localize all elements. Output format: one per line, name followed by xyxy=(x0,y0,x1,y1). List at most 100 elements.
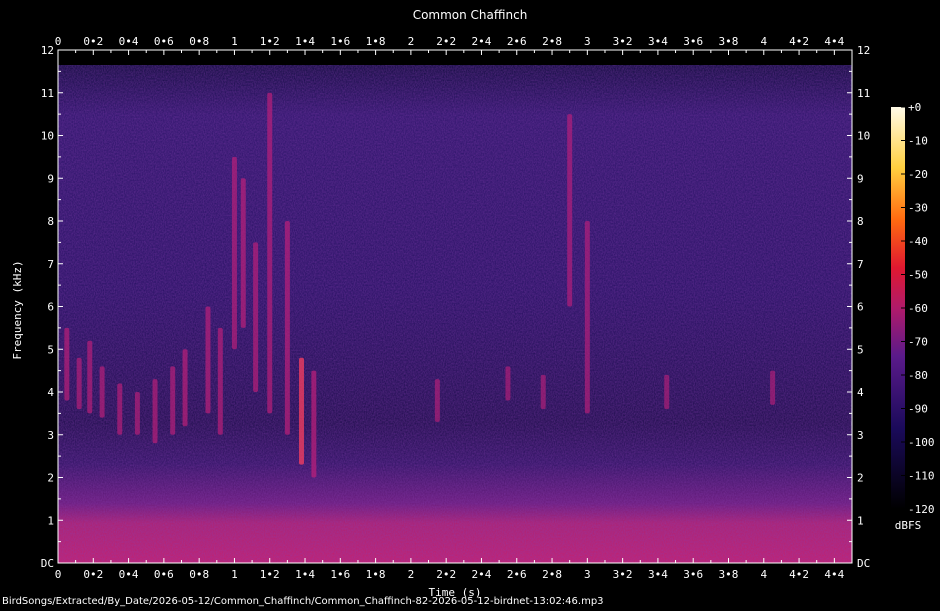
x-tick-label: 1•4 xyxy=(295,568,315,581)
y-tick-label-right: DC xyxy=(857,557,870,570)
x-tick-label-top: 3•4 xyxy=(648,35,668,48)
x-tick-label: 3•4 xyxy=(648,568,668,581)
y-tick-label-right: 10 xyxy=(857,130,870,143)
spectrogram-event xyxy=(152,379,158,444)
x-tick-label-top: 1•6 xyxy=(330,35,350,48)
x-tick-label-top: 4 xyxy=(760,35,767,48)
y-tick-label-right: 7 xyxy=(857,258,864,271)
x-tick-label-top: 2•2 xyxy=(436,35,456,48)
x-tick-label: 4•4 xyxy=(824,568,844,581)
file-path: BirdSongs/Extracted/By_Date/2026-05-12/C… xyxy=(2,596,604,607)
y-tick-label: DC xyxy=(41,557,54,570)
colorbar-label: dBFS xyxy=(895,519,922,532)
x-tick-label-top: 1•8 xyxy=(366,35,386,48)
x-tick-label: 3•2 xyxy=(613,568,633,581)
spectrogram-noise xyxy=(58,65,852,563)
spectrogram-chart: Common Chaffinch 0 0 0•2 0•2 0•4 0•4 0•6 0•6 0•8… xyxy=(11,8,935,599)
y-tick-label-right: 4 xyxy=(857,386,864,399)
chart-title: Common Chaffinch xyxy=(413,8,528,22)
spectrogram-event xyxy=(99,366,105,418)
spectrogram-event xyxy=(231,156,237,350)
y-tick-label-right: 12 xyxy=(857,44,870,57)
x-tick-label-top: 3 xyxy=(584,35,591,48)
x-tick-label-top: 2•4 xyxy=(472,35,492,48)
y-tick-label-right: 9 xyxy=(857,172,864,185)
colorbar-tick-label: -90 xyxy=(908,403,928,416)
x-tick-label: 2•4 xyxy=(472,568,492,581)
y-tick-label: 4 xyxy=(47,386,54,399)
x-tick-label-top: 3•8 xyxy=(719,35,739,48)
colorbar-tick-label: -70 xyxy=(908,336,928,349)
x-tick-label: 4•2 xyxy=(789,568,809,581)
x-tick-label: 0 xyxy=(55,568,62,581)
x-tick-label: 0•6 xyxy=(154,568,174,581)
x-tick-label-top: 2 xyxy=(408,35,415,48)
spectrogram-event xyxy=(298,357,304,465)
spectrogram-event xyxy=(253,242,259,392)
spectrogram-event xyxy=(64,327,70,401)
colorbar-tick-label: -110 xyxy=(908,470,935,483)
y-tick-label: 8 xyxy=(47,215,54,228)
spectrogram-event xyxy=(540,374,546,410)
x-tick-label-top: 2•8 xyxy=(542,35,562,48)
y-tick-label: 5 xyxy=(47,343,54,356)
x-tick-label: 0•4 xyxy=(119,568,139,581)
spectrogram-event xyxy=(134,392,140,435)
spectrogram-event xyxy=(170,366,176,435)
x-tick-label-top: 0•2 xyxy=(83,35,103,48)
spectrogram-event xyxy=(505,366,511,401)
spectrogram-event xyxy=(76,357,82,410)
x-tick-label-top: 3•2 xyxy=(613,35,633,48)
y-tick-label-right: 3 xyxy=(857,429,864,442)
x-tick-label: 1 xyxy=(231,568,238,581)
colorbar: +0 -10 -20 -30 -40 -50 -60 -70 -80 -90 -100 -110 -12… xyxy=(891,101,935,532)
x-tick-label: 3•6 xyxy=(683,568,703,581)
x-tick-label: 4 xyxy=(760,568,767,581)
y-tick-label-right: 6 xyxy=(857,301,864,314)
x-tick-label-top: 0•4 xyxy=(119,35,139,48)
colorbar-tick-label: -120 xyxy=(908,503,935,516)
x-tick-label-top: 0•8 xyxy=(189,35,209,48)
x-tick-label: 1•2 xyxy=(260,568,280,581)
x-tick-label: 0•8 xyxy=(189,568,209,581)
y-tick-label-right: 8 xyxy=(857,215,864,228)
x-tick-label-top: 0•6 xyxy=(154,35,174,48)
colorbar-tick-label: -100 xyxy=(908,436,935,449)
y-tick-label-right: 2 xyxy=(857,472,864,485)
spectrogram-event xyxy=(567,114,573,307)
spectrogram-event xyxy=(217,327,223,435)
spectrogram-event xyxy=(664,374,670,410)
spectrogram-event xyxy=(87,340,93,414)
x-tick-label: 0•2 xyxy=(83,568,103,581)
colorbar-tick-label: +0 xyxy=(908,101,921,114)
y-tick-label: 6 xyxy=(47,301,54,314)
y-tick-label-right: 11 xyxy=(857,87,870,100)
y-tick-label: 11 xyxy=(41,87,54,100)
colorbar-tick-label: -40 xyxy=(908,235,928,248)
x-tick-label-top: 1•4 xyxy=(295,35,315,48)
x-tick-label: 3•8 xyxy=(719,568,739,581)
spectrogram-event xyxy=(284,221,290,435)
spectrogram-event xyxy=(770,370,776,405)
y-tick-label: 10 xyxy=(41,130,54,143)
y-tick-label: 3 xyxy=(47,429,54,442)
colorbar-tick-label: -20 xyxy=(908,168,928,181)
y-tick-label: 2 xyxy=(47,472,54,485)
y-axis-label: Frequency (kHz) xyxy=(11,260,24,359)
y-tick-label-right: 1 xyxy=(857,514,864,527)
x-tick-label: 2•6 xyxy=(507,568,527,581)
colorbar-tick-label: -60 xyxy=(908,302,928,315)
x-tick-label: 3 xyxy=(584,568,591,581)
y-tick-label: 9 xyxy=(47,172,54,185)
spectrogram-event xyxy=(311,370,317,478)
spectrogram-event xyxy=(434,379,440,422)
x-tick-label-top: 1 xyxy=(231,35,238,48)
x-tick-label-top: 3•6 xyxy=(683,35,703,48)
plot-area xyxy=(58,65,852,563)
colorbar-tick-label: -50 xyxy=(908,269,928,282)
x-tick-label: 2•2 xyxy=(436,568,456,581)
x-tick-label-top: 2•6 xyxy=(507,35,527,48)
x-tick-label-top: 1•2 xyxy=(260,35,280,48)
spectrogram-event xyxy=(584,221,590,414)
colorbar-tick-label: -10 xyxy=(908,135,928,148)
